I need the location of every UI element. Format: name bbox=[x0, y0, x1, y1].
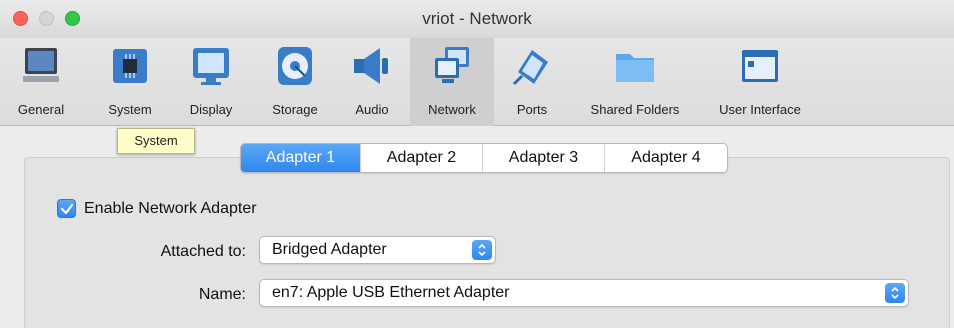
enable-network-adapter-label: Enable Network Adapter bbox=[84, 200, 257, 217]
disk-icon bbox=[278, 47, 312, 85]
toolbar-label-storage: Storage bbox=[272, 102, 318, 117]
attached-to-select[interactable]: Bridged Adapter bbox=[259, 236, 496, 264]
toolbar-item-shared-folders[interactable]: Shared Folders bbox=[572, 38, 698, 126]
toolbar-label-shared-folders: Shared Folders bbox=[590, 102, 680, 117]
adapter-tab-bar: Adapter 1 Adapter 2 Adapter 3 Adapter 4 bbox=[240, 143, 728, 173]
toolbar-label-network: Network bbox=[428, 102, 476, 117]
network-icon bbox=[435, 47, 469, 83]
toolbar-item-storage[interactable]: Storage bbox=[262, 38, 328, 126]
attached-to-label: Attached to: bbox=[160, 243, 246, 260]
toolbar-item-user-interface[interactable]: User Interface bbox=[708, 38, 812, 126]
select-stepper-icon bbox=[885, 283, 905, 303]
window-title: vriot - Network bbox=[422, 9, 532, 28]
name-select[interactable]: en7: Apple USB Ethernet Adapter bbox=[259, 279, 909, 307]
checkmark-icon bbox=[60, 203, 74, 215]
monitor-icon bbox=[23, 48, 59, 82]
plug-icon bbox=[512, 50, 548, 86]
toolbar-item-display[interactable]: Display bbox=[180, 38, 242, 126]
folder-icon bbox=[616, 54, 654, 82]
toolbar-item-system[interactable]: System bbox=[94, 38, 166, 126]
tab-adapter-2[interactable]: Adapter 2 bbox=[361, 144, 483, 172]
chip-icon bbox=[113, 49, 147, 83]
toolbar-label-ports: Ports bbox=[516, 102, 548, 117]
tooltip: System bbox=[117, 128, 195, 154]
toolbar-item-ports[interactable]: Ports bbox=[502, 38, 562, 126]
toolbar-item-network[interactable]: Network bbox=[410, 38, 494, 126]
attached-to-value: Bridged Adapter bbox=[272, 241, 387, 258]
settings-toolbar: General System Display Storage Audio Net… bbox=[0, 38, 954, 126]
tab-adapter-1[interactable]: Adapter 1 bbox=[241, 144, 361, 172]
toolbar-label-system: System bbox=[108, 102, 152, 117]
toolbar-item-audio[interactable]: Audio bbox=[344, 38, 400, 126]
tab-adapter-4[interactable]: Adapter 4 bbox=[605, 144, 727, 172]
display-icon bbox=[193, 48, 229, 85]
window-icon bbox=[742, 50, 778, 82]
toolbar-label-display: Display bbox=[189, 102, 233, 117]
toolbar-item-general[interactable]: General bbox=[6, 38, 76, 126]
toolbar-label-audio: Audio bbox=[355, 102, 389, 117]
tab-adapter-3[interactable]: Adapter 3 bbox=[483, 144, 605, 172]
name-label: Name: bbox=[198, 286, 246, 303]
title-bar: vriot - Network bbox=[0, 0, 954, 38]
select-stepper-icon bbox=[472, 240, 492, 260]
toolbar-label-user-interface: User Interface bbox=[719, 102, 801, 117]
speaker-icon bbox=[354, 48, 388, 84]
enable-network-adapter-checkbox[interactable] bbox=[57, 199, 76, 218]
toolbar-label-general: General bbox=[17, 102, 65, 117]
name-value: en7: Apple USB Ethernet Adapter bbox=[272, 284, 510, 301]
